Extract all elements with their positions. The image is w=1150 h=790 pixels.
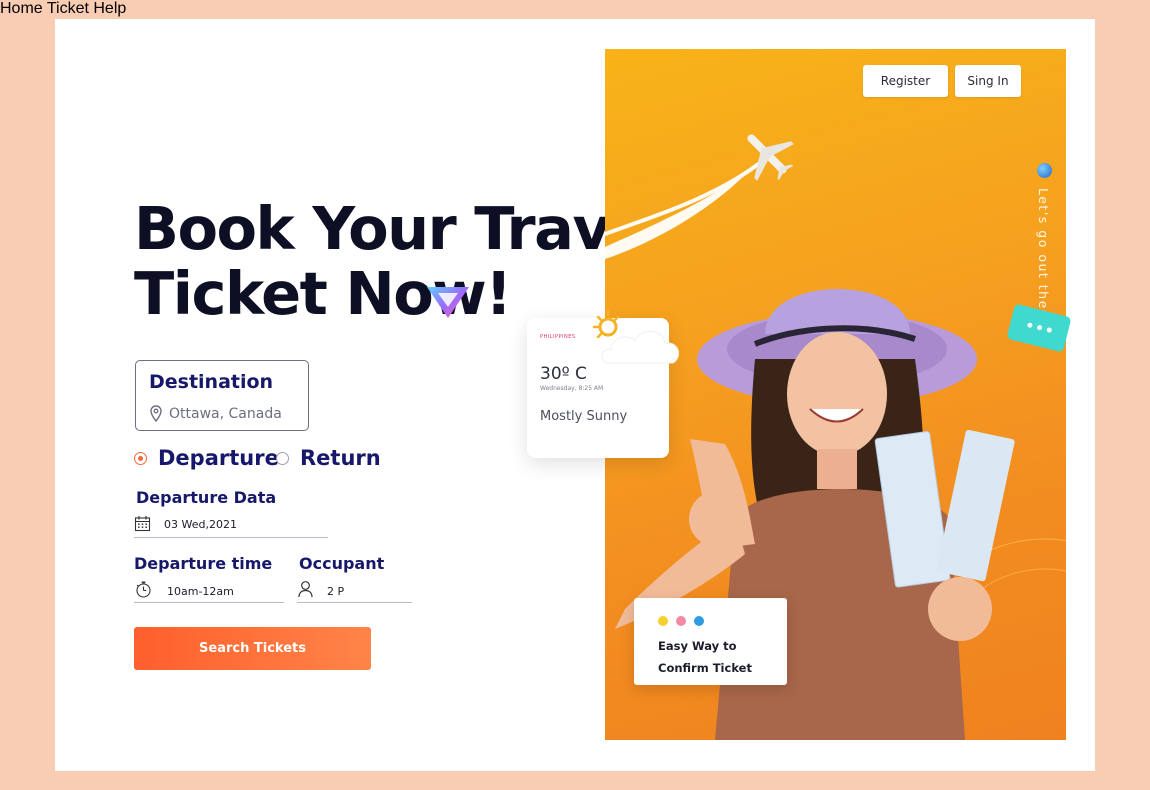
nav-home[interactable]: Home <box>0 0 43 17</box>
stopwatch-icon <box>136 581 151 598</box>
title-line-1: Book Your Travel <box>134 194 668 263</box>
dot-pink <box>676 616 686 626</box>
title-line-2: Ticket Now! <box>134 259 512 328</box>
airplane-icon <box>747 134 794 181</box>
calendar-icon <box>134 516 151 532</box>
confirm-card-text: Easy Way to Confirm Ticket <box>658 639 752 675</box>
departure-date-label: Departure Data <box>136 488 277 507</box>
weather-condition: Mostly Sunny <box>540 409 628 424</box>
nav-ticket[interactable]: Ticket <box>47 0 89 17</box>
top-nav: Home Ticket Help <box>0 0 1150 18</box>
departure-date-field[interactable]: 03 Wed,2021 <box>134 515 328 538</box>
confirm-card: Easy Way to Confirm Ticket <box>634 598 787 685</box>
dot-blue <box>694 616 704 626</box>
radio-return-label: Return <box>300 446 381 470</box>
page-title: Book Your Travel Ticket Now! <box>134 194 668 328</box>
occupant-value: 2 P <box>327 585 345 598</box>
tagline-vertical: Let's go out there <box>1036 188 1051 326</box>
dot-yellow <box>658 616 668 626</box>
departure-time-label: Departure time <box>134 554 273 573</box>
signin-button[interactable]: Sing In <box>955 65 1021 97</box>
departure-time-field[interactable]: 10am-12am <box>134 580 284 603</box>
weather-location: PHILIPPINES <box>540 334 576 340</box>
destination-field[interactable]: Destination Ottawa, Canada <box>135 360 309 431</box>
logo-triangle-icon <box>427 287 469 318</box>
occupant-label: Occupant <box>299 554 385 573</box>
departure-date-value: 03 Wed,2021 <box>164 518 237 531</box>
destination-value: Ottawa, Canada <box>169 406 282 422</box>
sun-cloud-icon <box>592 309 680 364</box>
departure-time-value: 10am-12am <box>167 585 234 598</box>
radio-return-indicator[interactable] <box>276 452 289 465</box>
person-icon <box>298 581 313 598</box>
globe-icon <box>1037 163 1052 178</box>
weather-datetime: Wednesday, 8:25 AM <box>540 385 604 392</box>
radio-departure-indicator[interactable] <box>134 452 147 465</box>
search-tickets-button[interactable]: Search Tickets <box>134 627 371 670</box>
register-button[interactable]: Register <box>863 65 948 97</box>
location-pin-icon <box>150 405 162 422</box>
radio-departure-label: Departure <box>158 446 279 470</box>
nav-help[interactable]: Help <box>93 0 126 17</box>
destination-label: Destination <box>149 371 274 393</box>
weather-temperature: 30º C <box>540 364 587 384</box>
occupant-field[interactable]: 2 P <box>297 580 412 603</box>
